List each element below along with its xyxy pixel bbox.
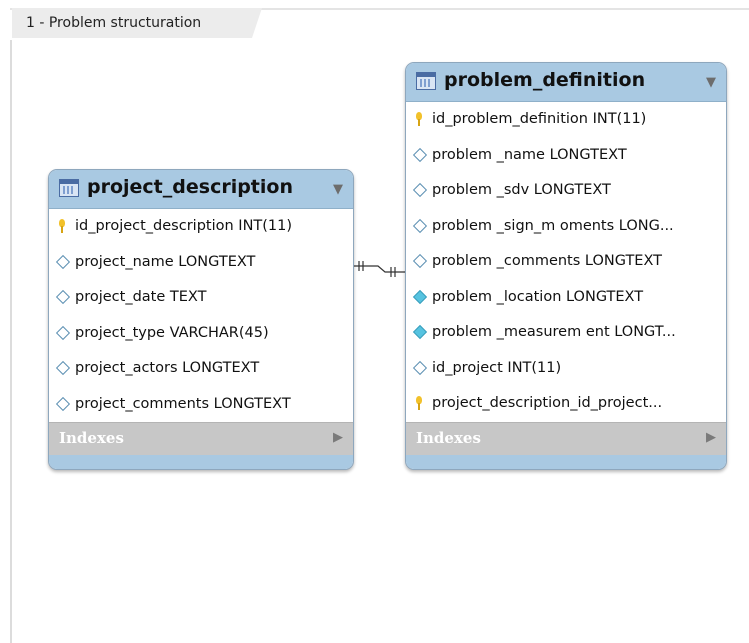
column-diamond-icon <box>55 360 71 376</box>
indexes-section[interactable]: Indexes ▶ <box>49 422 353 455</box>
table-column-row[interactable]: id_problem_definition INT(11) <box>406 102 726 138</box>
indexes-section[interactable]: Indexes ▶ <box>406 421 726 455</box>
table-column-row[interactable]: problem _name LONGTEXT <box>406 138 726 174</box>
column-label: project_description_id_project... <box>432 395 663 411</box>
column-label: id_project_description INT(11) <box>75 218 293 234</box>
table-header[interactable]: problem_definition ▼ <box>406 63 726 102</box>
diagram-tab-label: 1 - Problem structuration <box>26 15 202 31</box>
relationship-line <box>352 261 405 277</box>
column-diamond-icon <box>55 396 71 411</box>
table-column-row[interactable]: problem _comments LONGTEXT <box>406 244 726 280</box>
table-footer <box>49 455 353 469</box>
diagram-canvas[interactable]: 1 - Problem structuration project_descri… <box>0 0 749 643</box>
table-column-row[interactable]: problem _sdv LONGTEXT <box>406 173 726 209</box>
table-column-row[interactable]: project_date TEXT <box>49 280 353 316</box>
table-icon <box>59 179 79 197</box>
column-label: problem _comments LONGTEXT <box>432 253 663 269</box>
column-diamond-filled-icon <box>412 289 428 304</box>
column-label: problem _measurem ent LONGT... <box>432 324 676 340</box>
column-label: project_actors LONGTEXT <box>75 360 260 376</box>
column-diamond-icon <box>412 182 428 198</box>
foreign-key-icon <box>416 396 422 410</box>
table-column-row[interactable]: problem _measurem ent LONGT... <box>406 315 726 351</box>
column-label: project_comments LONGTEXT <box>75 395 291 412</box>
table-header[interactable]: project_description ▼ <box>49 170 353 209</box>
table-problem-definition[interactable]: problem_definition ▼ id_problem_definiti… <box>405 62 727 470</box>
column-diamond-icon <box>412 218 428 233</box>
column-label: id_problem_definition INT(11) <box>432 111 647 127</box>
column-diamond-icon <box>412 147 428 162</box>
column-diamond-filled-icon <box>412 324 428 340</box>
table-title: project_description <box>87 176 293 198</box>
column-label: project_date TEXT <box>75 289 207 305</box>
collapse-arrow-icon[interactable]: ▼ <box>333 182 343 197</box>
table-column-row[interactable]: problem _location LONGTEXT <box>406 280 726 316</box>
expand-arrow-icon[interactable]: ▶ <box>706 430 716 445</box>
primary-key-icon <box>416 112 422 126</box>
table-column-row[interactable]: project_comments LONGTEXT <box>49 387 353 423</box>
column-diamond-icon <box>412 253 428 269</box>
table-title: problem_definition <box>444 69 646 91</box>
indexes-label: Indexes <box>59 429 124 447</box>
table-column-row[interactable]: project_type VARCHAR(45) <box>49 316 353 352</box>
table-icon <box>416 72 436 90</box>
column-diamond-icon <box>412 360 428 375</box>
table-column-row[interactable]: problem _sign_m oments LONG... <box>406 209 726 245</box>
table-column-row[interactable]: project_name LONGTEXT <box>49 245 353 281</box>
table-column-row[interactable]: id_project INT(11) <box>406 351 726 387</box>
table-project-description[interactable]: project_description ▼ id_project_descrip… <box>48 169 354 470</box>
column-label: problem _sign_m oments LONG... <box>432 217 674 234</box>
column-label: problem _location LONGTEXT <box>432 288 644 305</box>
primary-key-icon <box>59 219 65 233</box>
column-diamond-icon <box>55 254 71 269</box>
canvas-left-ruler <box>10 40 12 643</box>
column-diamond-icon <box>55 325 71 340</box>
expand-arrow-icon[interactable]: ▶ <box>333 430 343 445</box>
indexes-label: Indexes <box>416 428 481 447</box>
table-column-row[interactable]: project_description_id_project... <box>406 386 726 422</box>
table-footer <box>406 454 726 469</box>
column-diamond-icon <box>55 289 71 305</box>
column-label: problem _sdv LONGTEXT <box>432 182 611 198</box>
column-label: problem _name LONGTEXT <box>432 146 627 163</box>
column-label: id_project INT(11) <box>432 359 562 376</box>
table-column-row[interactable]: id_project_description INT(11) <box>49 209 353 245</box>
collapse-arrow-icon[interactable]: ▼ <box>706 75 716 90</box>
column-label: project_name LONGTEXT <box>75 253 256 270</box>
table-column-row[interactable]: project_actors LONGTEXT <box>49 351 353 387</box>
column-label: project_type VARCHAR(45) <box>75 324 269 341</box>
